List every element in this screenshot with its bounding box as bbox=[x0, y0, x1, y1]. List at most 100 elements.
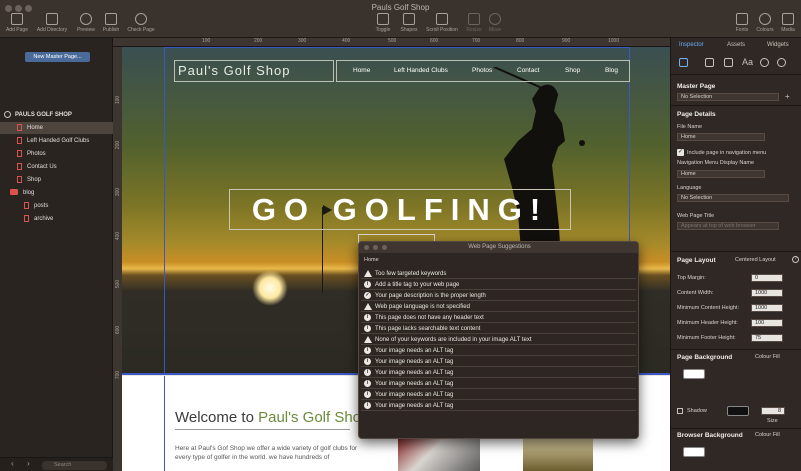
scroll-position-button[interactable]: Scroll Position bbox=[425, 13, 459, 33]
ruler-tick: 800 bbox=[516, 38, 525, 44]
suggestion-row[interactable]: i This page does not have any header text bbox=[361, 313, 636, 323]
shadow-color-swatch[interactable] bbox=[727, 406, 749, 416]
forward-arrow-icon[interactable]: › bbox=[27, 459, 30, 468]
link-icon[interactable] bbox=[760, 58, 769, 67]
nav-item-left-handed-clubs[interactable]: Left Handed Clubs bbox=[394, 67, 448, 74]
add-master-icon[interactable]: + bbox=[785, 92, 790, 101]
check-page-button[interactable]: Check Page bbox=[124, 13, 158, 33]
toolbar: Pauls Golf Shop Add Page Add Directory P… bbox=[0, 0, 801, 38]
page-settings-icon[interactable] bbox=[679, 58, 688, 67]
min-content-height-label: Minimum Content Height: bbox=[677, 305, 740, 311]
sidebar-item-archive[interactable]: archive bbox=[0, 213, 113, 225]
layers-icon[interactable] bbox=[705, 58, 714, 67]
master-page-select[interactable]: No Selection bbox=[677, 93, 779, 101]
image-icon[interactable] bbox=[724, 58, 733, 67]
web-page-title-field[interactable]: Appears at top of web browser bbox=[677, 222, 779, 230]
tab-assets[interactable]: Assets bbox=[727, 42, 745, 48]
page-layout-select[interactable]: Centered Layout bbox=[735, 257, 776, 263]
hero-headline[interactable]: GO GOLFING! bbox=[229, 189, 571, 230]
new-master-page-button[interactable]: New Master Page... bbox=[25, 52, 90, 62]
suggestion-row[interactable]: i Your image needs an ALT tag bbox=[361, 357, 636, 367]
language-select[interactable]: No Selection bbox=[677, 194, 789, 202]
master-page-title: Master Page bbox=[677, 83, 716, 90]
help-icon[interactable]: ? bbox=[792, 256, 799, 263]
browser-background-select[interactable]: Colour Fill bbox=[755, 432, 780, 438]
suggestion-row[interactable]: Web page language is not specified bbox=[361, 302, 636, 312]
ruler-tick: 100 bbox=[202, 38, 211, 44]
suggestion-row[interactable]: ✓ Your page description is the proper len… bbox=[361, 291, 636, 301]
page-background-swatch[interactable] bbox=[683, 369, 705, 379]
search-input[interactable]: Search bbox=[42, 461, 107, 470]
dialog-zoom-button[interactable] bbox=[382, 245, 387, 250]
file-name-field[interactable]: Home bbox=[677, 133, 765, 141]
site-logo-text[interactable]: Paul's Golf Shop bbox=[174, 60, 334, 82]
nav-item-blog[interactable]: Blog bbox=[605, 67, 618, 74]
sidebar-item-contact-us[interactable]: Contact Us bbox=[0, 161, 113, 173]
publish-button[interactable]: Publish bbox=[94, 13, 128, 33]
sidebar-item-shop[interactable]: Shop bbox=[0, 174, 113, 186]
nav-item-shop[interactable]: Shop bbox=[565, 67, 580, 74]
suggestion-row[interactable]: None of your keywords are included in yo… bbox=[361, 335, 636, 345]
nav-item-contact[interactable]: Contact bbox=[517, 67, 539, 74]
heading-divider bbox=[175, 429, 350, 430]
move-button[interactable]: Move bbox=[478, 13, 512, 33]
nav-item-home[interactable]: Home bbox=[353, 67, 370, 74]
suggestion-row[interactable]: i Your image needs an ALT tag bbox=[361, 368, 636, 378]
page-layout-title: Page Layout bbox=[677, 257, 716, 264]
golf-clubs-photo[interactable] bbox=[398, 439, 480, 471]
info-icon: i bbox=[364, 324, 371, 332]
sidebar-item-posts[interactable]: posts bbox=[0, 200, 113, 212]
back-arrow-icon[interactable]: ‹ bbox=[11, 459, 14, 468]
add-page-button[interactable]: Add Page bbox=[0, 13, 34, 33]
min-content-height-field[interactable]: 1000 bbox=[751, 304, 783, 312]
nav-display-field[interactable]: Home bbox=[677, 170, 765, 178]
shapes-button[interactable]: Shapes bbox=[392, 13, 426, 33]
tab-widgets[interactable]: Widgets bbox=[767, 42, 789, 48]
content-width-field[interactable]: 1000 bbox=[751, 289, 783, 297]
site-navigation-menu[interactable]: Home Left Handed Clubs Photos Contact Sh… bbox=[336, 60, 630, 82]
suggestion-row[interactable]: i Your image needs an ALT tag bbox=[361, 346, 636, 356]
gear-icon[interactable] bbox=[777, 58, 786, 67]
window-title: Pauls Golf Shop bbox=[371, 3, 430, 12]
web-page-suggestions-dialog[interactable]: Web Page Suggestions Home Too few target… bbox=[358, 241, 639, 439]
layout-guide-left bbox=[164, 47, 165, 373]
info-icon: i bbox=[364, 313, 371, 321]
suggestion-row[interactable]: i Your image needs an ALT tag bbox=[361, 379, 636, 389]
content-width-label: Content Width: bbox=[677, 290, 714, 296]
suggestion-row[interactable]: i Your image needs an ALT tag bbox=[361, 390, 636, 400]
top-margin-field[interactable]: 0 bbox=[751, 274, 783, 282]
dialog-titlebar[interactable]: Web Page Suggestions bbox=[359, 242, 638, 253]
page-tree-panel: New Master Page... PAULS GOLF SHOP Home … bbox=[0, 38, 113, 471]
suggestion-row[interactable]: i Your image needs an ALT tag bbox=[361, 401, 636, 411]
min-footer-height-field[interactable]: 75 bbox=[751, 334, 783, 342]
suggestion-row[interactable]: i This page lacks searchable text content bbox=[361, 324, 636, 334]
include-nav-checkbox[interactable]: ✓ bbox=[677, 149, 684, 156]
browser-background-swatch[interactable] bbox=[683, 447, 705, 457]
tab-inspector[interactable]: Inspector bbox=[679, 42, 704, 48]
shadow-size-field[interactable]: 8 bbox=[761, 407, 785, 415]
shadow-checkbox[interactable] bbox=[677, 408, 683, 414]
text-style-icon[interactable]: Aa bbox=[742, 58, 753, 67]
dialog-minimize-button[interactable] bbox=[373, 245, 378, 250]
golfer-photo[interactable] bbox=[523, 439, 593, 471]
sidebar-item-left-handed-golf-clubs[interactable]: Left Handed Golf Clubs bbox=[0, 135, 113, 147]
page-background-select[interactable]: Colour Fill bbox=[755, 354, 780, 360]
info-icon: i bbox=[364, 401, 371, 409]
media-button[interactable]: Media bbox=[771, 13, 801, 33]
add-directory-button[interactable]: Add Directory bbox=[35, 13, 69, 33]
sidebar-item-blog[interactable]: blog bbox=[0, 187, 113, 199]
ruler-tick: 500 bbox=[115, 279, 122, 289]
nav-item-photos[interactable]: Photos bbox=[472, 67, 492, 74]
suggestion-row[interactable]: Too few targeted keywords bbox=[361, 269, 636, 279]
info-icon: i bbox=[364, 368, 371, 376]
site-root[interactable]: PAULS GOLF SHOP bbox=[0, 109, 113, 121]
browser-background-title: Browser Background bbox=[677, 432, 743, 439]
sidebar-item-home[interactable]: Home bbox=[0, 122, 113, 134]
intro-paragraph[interactable]: Here at Paul's Gof Shop we offer a wide … bbox=[175, 444, 360, 462]
dialog-close-button[interactable] bbox=[364, 245, 369, 250]
suggestion-row[interactable]: i Add a title tag to your web page bbox=[361, 280, 636, 290]
page-icon bbox=[17, 149, 22, 157]
welcome-heading[interactable]: Welcome to Paul's Golf Shop! bbox=[175, 409, 374, 426]
min-header-height-field[interactable]: 100 bbox=[751, 319, 783, 327]
sidebar-item-photos[interactable]: Photos bbox=[0, 148, 113, 160]
